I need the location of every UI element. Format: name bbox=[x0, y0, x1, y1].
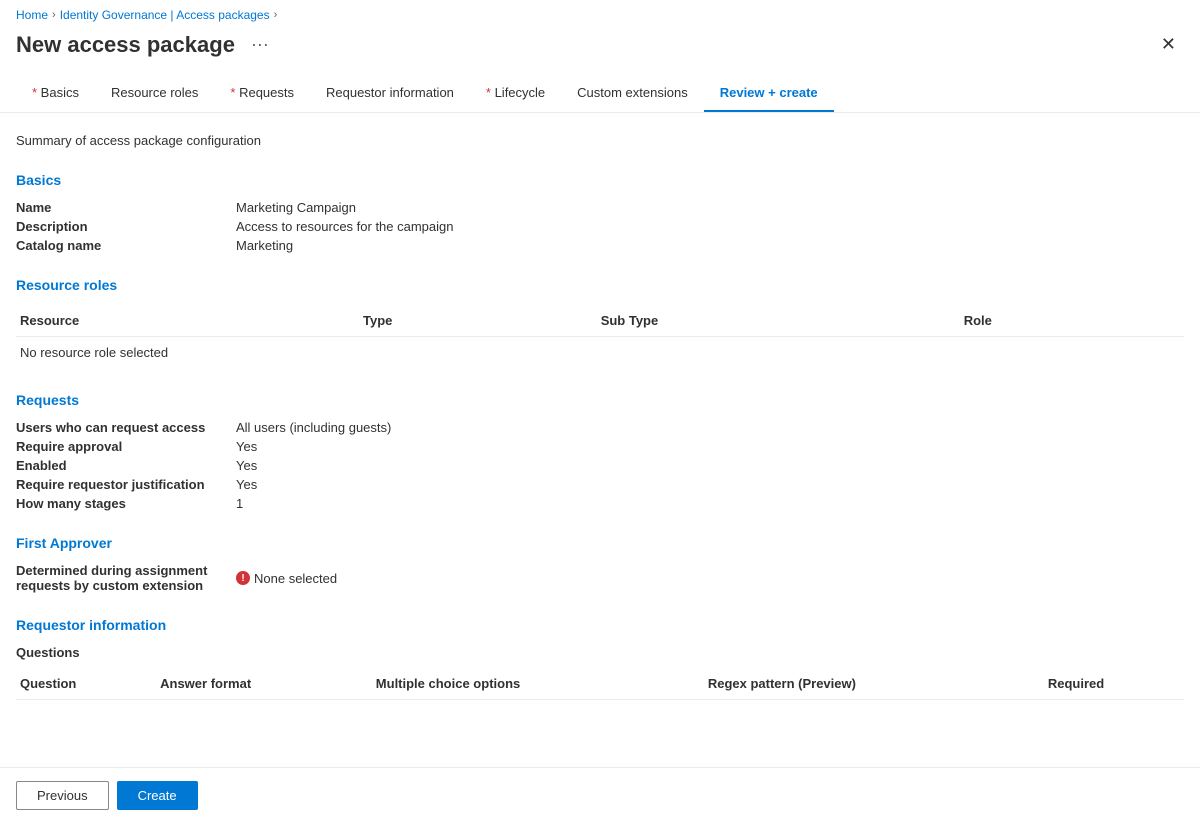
basics-name-value: Marketing Campaign bbox=[236, 200, 356, 215]
requests-approval-row: Require approval Yes bbox=[16, 439, 1184, 454]
first-approver-section-title[interactable]: First Approver bbox=[16, 535, 1184, 551]
empty-resource-message: No resource role selected bbox=[16, 337, 1184, 369]
requests-justification-value: Yes bbox=[236, 477, 257, 492]
footer: Previous Create bbox=[0, 767, 1200, 823]
page-header: New access package ··· ✕ bbox=[0, 26, 1200, 75]
requests-justification-label: Require requestor justification bbox=[16, 477, 236, 492]
requests-enabled-row: Enabled Yes bbox=[16, 458, 1184, 473]
requests-users-value: All users (including guests) bbox=[236, 420, 391, 435]
col-multiple-choice: Multiple choice options bbox=[372, 668, 704, 700]
basics-description-value: Access to resources for the campaign bbox=[236, 219, 454, 234]
previous-button[interactable]: Previous bbox=[16, 781, 109, 810]
basics-section-title[interactable]: Basics bbox=[16, 172, 1184, 188]
requests-stages-value: 1 bbox=[236, 496, 243, 511]
col-answer-format: Answer format bbox=[156, 668, 372, 700]
breadcrumb-sep-2: › bbox=[274, 9, 278, 21]
basics-description-row: Description Access to resources for the … bbox=[16, 219, 1184, 234]
first-approver-none-text: None selected bbox=[254, 571, 337, 586]
requests-users-label: Users who can request access bbox=[16, 420, 236, 435]
basics-name-row: Name Marketing Campaign bbox=[16, 200, 1184, 215]
basics-description-label: Description bbox=[16, 219, 236, 234]
table-row: No resource role selected bbox=[16, 337, 1184, 369]
col-regex-pattern: Regex pattern (Preview) bbox=[704, 668, 1044, 700]
basics-section: Basics Name Marketing Campaign Descripti… bbox=[16, 172, 1184, 253]
resource-roles-section-title[interactable]: Resource roles bbox=[16, 277, 1184, 293]
close-button[interactable]: ✕ bbox=[1153, 30, 1184, 59]
breadcrumb: Home › Identity Governance | Access pack… bbox=[0, 0, 1200, 26]
col-question: Question bbox=[16, 668, 156, 700]
basics-name-label: Name bbox=[16, 200, 236, 215]
col-role: Role bbox=[952, 305, 1184, 337]
tab-navigation: Basics Resource roles Requests Requestor… bbox=[0, 75, 1200, 113]
first-approver-section: First Approver Determined during assignm… bbox=[16, 535, 1184, 593]
requestor-info-section: Requestor information Questions Question… bbox=[16, 617, 1184, 700]
col-required: Required bbox=[1044, 668, 1184, 700]
first-approver-value: ! None selected bbox=[236, 563, 337, 593]
main-content: Summary of access package configuration … bbox=[0, 113, 1200, 744]
ellipsis-button[interactable]: ··· bbox=[245, 32, 275, 57]
tab-review-create[interactable]: Review + create bbox=[704, 75, 834, 112]
resource-roles-table: Resource Type Sub Type Role No resource … bbox=[16, 305, 1184, 368]
create-button[interactable]: Create bbox=[117, 781, 198, 810]
col-type: Type bbox=[351, 305, 589, 337]
basics-catalog-label: Catalog name bbox=[16, 238, 236, 253]
questions-label: Questions bbox=[16, 645, 1184, 660]
basics-catalog-value: Marketing bbox=[236, 238, 293, 253]
tab-requestor-information[interactable]: Requestor information bbox=[310, 75, 470, 112]
page-title: New access package bbox=[16, 32, 235, 58]
tab-requests[interactable]: Requests bbox=[214, 75, 310, 112]
requests-enabled-value: Yes bbox=[236, 458, 257, 473]
first-approver-custom-row: Determined during assignment requests by… bbox=[16, 563, 1184, 593]
tab-basics[interactable]: Basics bbox=[16, 75, 95, 112]
requests-approval-label: Require approval bbox=[16, 439, 236, 454]
resource-roles-section: Resource roles Resource Type Sub Type Ro… bbox=[16, 277, 1184, 368]
requests-stages-row: How many stages 1 bbox=[16, 496, 1184, 511]
questions-table: Question Answer format Multiple choice o… bbox=[16, 668, 1184, 700]
requests-section-title[interactable]: Requests bbox=[16, 392, 1184, 408]
requests-section: Requests Users who can request access Al… bbox=[16, 392, 1184, 511]
col-resource: Resource bbox=[16, 305, 351, 337]
summary-description: Summary of access package configuration bbox=[16, 133, 1184, 148]
col-subtype: Sub Type bbox=[589, 305, 952, 337]
basics-catalog-row: Catalog name Marketing bbox=[16, 238, 1184, 253]
requests-enabled-label: Enabled bbox=[16, 458, 236, 473]
tab-lifecycle[interactable]: Lifecycle bbox=[470, 75, 561, 112]
requests-users-row: Users who can request access All users (… bbox=[16, 420, 1184, 435]
breadcrumb-sep-1: › bbox=[52, 9, 56, 21]
error-icon: ! bbox=[236, 571, 250, 585]
requestor-info-section-title[interactable]: Requestor information bbox=[16, 617, 1184, 633]
requests-approval-value: Yes bbox=[236, 439, 257, 454]
breadcrumb-home[interactable]: Home bbox=[16, 8, 48, 22]
first-approver-label: Determined during assignment requests by… bbox=[16, 563, 236, 593]
breadcrumb-identity-governance[interactable]: Identity Governance | Access packages bbox=[60, 8, 270, 22]
requests-justification-row: Require requestor justification Yes bbox=[16, 477, 1184, 492]
tab-resource-roles[interactable]: Resource roles bbox=[95, 75, 214, 112]
requests-stages-label: How many stages bbox=[16, 496, 236, 511]
tab-custom-extensions[interactable]: Custom extensions bbox=[561, 75, 704, 112]
